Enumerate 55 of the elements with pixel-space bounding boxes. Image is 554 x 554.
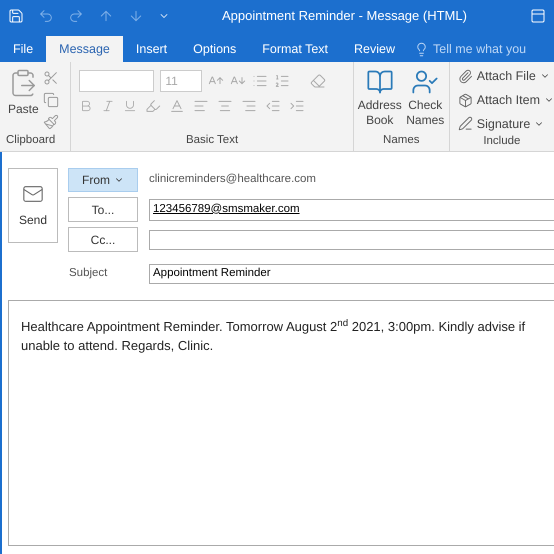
subject-label: Subject <box>68 266 108 282</box>
align-left-icon[interactable] <box>193 98 210 114</box>
address-book-icon <box>366 68 394 96</box>
group-label: Include <box>483 134 520 150</box>
subject-field[interactable]: Appointment Reminder <box>149 264 554 284</box>
redo-icon[interactable] <box>68 8 84 24</box>
bold-icon[interactable] <box>79 99 94 113</box>
window-title: Appointment Reminder - Message (HTML) <box>222 7 467 26</box>
paste-button[interactable]: Paste <box>8 68 39 132</box>
from-button[interactable]: From <box>68 168 138 192</box>
align-right-icon[interactable] <box>241 98 258 114</box>
eraser-icon[interactable] <box>310 73 326 89</box>
ribbon-tab[interactable]: Insert <box>122 36 180 62</box>
ribbon-tab[interactable]: Message <box>46 36 123 62</box>
italic-icon[interactable] <box>101 99 116 113</box>
ribbon-display-icon[interactable] <box>530 8 546 24</box>
package-icon <box>458 92 473 108</box>
copy-icon[interactable] <box>42 92 59 108</box>
pen-icon <box>458 116 473 132</box>
align-center-icon[interactable] <box>217 98 234 114</box>
decrease-indent-icon[interactable] <box>265 98 282 114</box>
group-label: Clipboard <box>5 132 56 148</box>
tell-me-placeholder: Tell me what you <box>433 40 526 58</box>
to-field[interactable]: 123456789@smsmaker.com <box>149 198 554 220</box>
increase-indent-icon[interactable] <box>289 98 306 114</box>
numbering-icon[interactable] <box>274 73 290 89</box>
paperclip-icon <box>458 68 473 84</box>
ribbon-tab[interactable]: Format Text <box>249 36 342 62</box>
down-arrow-icon[interactable] <box>128 8 144 24</box>
cut-icon[interactable] <box>42 70 59 86</box>
group-label: Names <box>383 132 420 148</box>
ribbon-tab[interactable]: File <box>0 36 46 62</box>
ribbon-tab[interactable]: Options <box>180 36 250 62</box>
include-button[interactable]: Attach Item <box>458 90 554 110</box>
message-text: Healthcare Appointment Reminder. Tomorrow August 2$^{nd}$ 2021, 3:00pm. Kindly advise if unable to attend. Regards, Clinic. <box>21 317 526 355</box>
font-name-field[interactable] <box>79 70 154 92</box>
save-icon[interactable] <box>8 8 24 24</box>
ribbon-tab[interactable]: Review <box>341 36 408 62</box>
message-body[interactable]: Healthcare Appointment Reminder. Tomorrow August 2$^{nd}$ 2021, 3:00pm. Kindly advise if unable to attend. Regards, Clinic. <box>8 300 554 546</box>
include-button[interactable]: Attach File <box>458 67 554 86</box>
group-label: Basic Text <box>186 132 238 148</box>
brush-icon[interactable] <box>42 114 59 130</box>
cc-button[interactable]: Cc... <box>68 227 138 252</box>
names-button[interactable]: Check Names <box>406 68 445 132</box>
to-button[interactable]: To... <box>68 197 138 222</box>
font-color-icon[interactable] <box>169 98 186 114</box>
from-address: clinicreminders@healthcare.com <box>149 172 316 188</box>
include-button[interactable]: Signature <box>458 114 554 134</box>
send-button[interactable]: Send <box>8 168 58 243</box>
cc-field[interactable] <box>149 230 554 250</box>
names-button[interactable]: Address Book <box>358 68 402 132</box>
undo-icon[interactable] <box>38 8 54 24</box>
highlighter-icon[interactable] <box>145 98 162 114</box>
person-check-icon <box>411 68 440 96</box>
underline-icon[interactable] <box>123 99 138 113</box>
